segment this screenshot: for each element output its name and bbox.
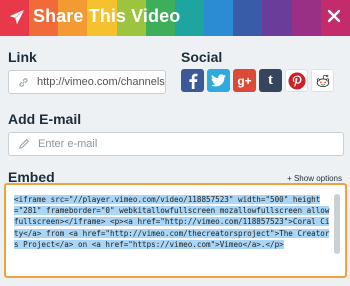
header-stripe bbox=[233, 0, 263, 36]
email-field[interactable] bbox=[8, 132, 344, 156]
embed-textarea[interactable]: <iframe src="//player.vimeo.com/video/11… bbox=[14, 194, 332, 270]
header-stripe bbox=[291, 0, 321, 36]
twitter-icon[interactable] bbox=[207, 69, 230, 92]
paper-plane-icon bbox=[9, 8, 25, 24]
reddit-icon[interactable] bbox=[311, 69, 334, 92]
social-buttons: g+ t bbox=[181, 69, 334, 92]
embed-scrollbar[interactable] bbox=[334, 194, 340, 254]
facebook-icon[interactable] bbox=[181, 69, 204, 92]
email-label: Add E-mail bbox=[8, 111, 82, 127]
dialog-title: Share This Video bbox=[33, 6, 181, 26]
share-header: Share This Video bbox=[0, 0, 350, 36]
link-field[interactable] bbox=[8, 70, 166, 94]
close-icon[interactable] bbox=[326, 8, 342, 24]
show-options-link[interactable]: + Show options bbox=[287, 174, 342, 183]
header-stripe bbox=[262, 0, 292, 36]
link-label: Link bbox=[8, 49, 37, 65]
link-icon bbox=[19, 77, 28, 87]
header-stripe bbox=[204, 0, 234, 36]
tumblr-icon[interactable]: t bbox=[259, 69, 282, 92]
google-plus-icon[interactable]: g+ bbox=[233, 69, 256, 92]
pinterest-icon[interactable] bbox=[285, 69, 308, 92]
embed-code-text[interactable]: <iframe src="//player.vimeo.com/video/11… bbox=[14, 195, 330, 249]
email-input[interactable] bbox=[38, 138, 343, 150]
header-title-group: Share This Video bbox=[8, 6, 180, 27]
link-input[interactable] bbox=[37, 76, 165, 88]
pencil-icon bbox=[19, 138, 30, 149]
embed-code-box[interactable]: <iframe src="//player.vimeo.com/video/11… bbox=[4, 183, 347, 278]
social-label: Social bbox=[181, 49, 223, 65]
